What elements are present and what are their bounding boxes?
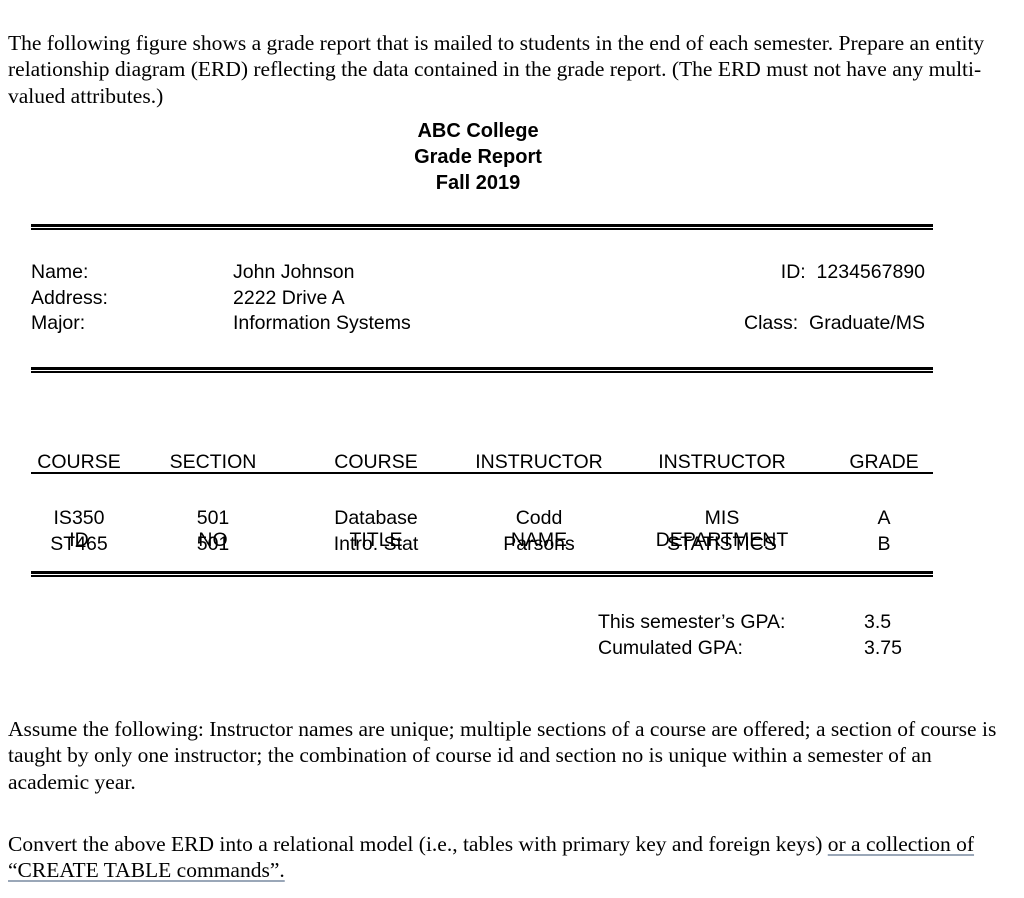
student-id-value: ID: 1234567890	[780, 261, 925, 283]
gpa-row-cumulated: Cumulated GPA: 3.75	[0, 636, 1024, 662]
cumulated-gpa-label: Cumulated GPA:	[598, 636, 743, 659]
rule-above-table-headers	[31, 367, 933, 373]
cell-instructor-department: STATISTICS	[667, 533, 777, 555]
student-info-row-name: Name: John Johnson ID: 1234567890	[0, 260, 1024, 286]
intro-question-paragraph: The following figure shows a grade repor…	[8, 30, 985, 108]
rule-bar-thin	[31, 371, 933, 373]
student-info-row-major: Major: Information Systems Class: Gradua…	[0, 311, 1024, 337]
cell-instructor-department: MIS	[704, 507, 740, 529]
cell-course-title: Intro. Stat	[333, 533, 419, 555]
student-address-label: Address:	[31, 286, 108, 309]
cell-instructor-name: Codd	[515, 507, 563, 529]
table-row: ST465 501 Intro. Stat Parsons STATISTICS…	[0, 532, 1024, 558]
rule-below-table-rows	[31, 571, 933, 577]
cell-section-no: 501	[196, 507, 230, 529]
student-class-value: Class: Graduate/MS	[744, 312, 925, 334]
semester-gpa-value: 3.5	[864, 611, 892, 633]
cumulated-gpa-value: 3.75	[864, 636, 902, 659]
report-term-line: Fall 2019	[435, 172, 521, 194]
student-name-value: John Johnson	[233, 261, 355, 283]
cell-course-id: IS350	[53, 507, 105, 529]
cell-instructor-name: Parsons	[503, 533, 575, 555]
table-row: IS350 501 Database Codd MIS A	[0, 506, 1024, 532]
report-title-block: ABC College Grade Report Fall 2019	[0, 118, 1024, 196]
cell-course-title: Database	[334, 507, 418, 529]
semester-gpa-label: This semester’s GPA:	[598, 611, 786, 633]
student-major-value: Information Systems	[233, 312, 411, 334]
student-name-label: Name:	[31, 261, 89, 283]
convert-plain-text: Convert the above ERD into a relational …	[8, 831, 828, 856]
gpa-summary-block: This semester’s GPA: 3.5 Cumulated GPA: …	[0, 610, 1024, 661]
student-info-block: Name: John Johnson ID: 1234567890 Addres…	[0, 260, 1024, 337]
rule-below-table-headers	[31, 472, 933, 474]
rule-bar-thin	[31, 575, 933, 577]
rule-bar-thin	[31, 228, 933, 230]
table-header-row: COURSE ID SECTION NO COURSE TITLE INSTRU…	[0, 397, 1024, 551]
cell-course-id: ST465	[50, 533, 108, 555]
convert-to-relational-model-paragraph: Convert the above ERD into a relational …	[8, 831, 1008, 884]
cell-grade: B	[877, 533, 891, 555]
cell-section-no: 501	[196, 533, 230, 555]
rule-above-student-info	[31, 224, 933, 230]
assumptions-paragraph: Assume the following: Instructor names a…	[8, 716, 997, 794]
report-document-line: Grade Report	[414, 146, 542, 168]
gpa-row-semester: This semester’s GPA: 3.5	[0, 610, 1024, 636]
student-info-row-address: Address: 2222 Drive A	[0, 286, 1024, 312]
grade-report-figure: ABC College Grade Report Fall 2019 Name:…	[0, 118, 1024, 678]
student-major-label: Major:	[31, 312, 86, 334]
cell-grade: A	[877, 507, 891, 529]
report-institution-line: ABC College	[417, 120, 539, 142]
student-address-value: 2222 Drive A	[233, 286, 345, 309]
